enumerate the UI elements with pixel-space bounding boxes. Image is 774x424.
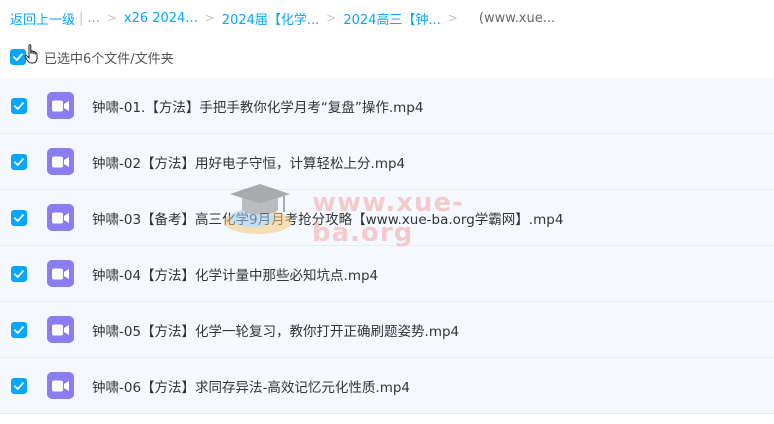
check-icon bbox=[14, 158, 24, 166]
breadcrumb-divider: | bbox=[79, 10, 84, 26]
file-row[interactable]: 钟啸-06【方法】求同存异法-高效记忆元化性质.mp4 bbox=[0, 358, 774, 414]
file-name[interactable]: 钟啸-04【方法】化学计量中那些必知坑点.mp4 bbox=[92, 264, 378, 284]
breadcrumb-item[interactable]: 2024高三【钟... bbox=[343, 9, 440, 28]
file-name[interactable]: 钟啸-05【方法】化学一轮复习，教你打开正确刷题姿势.mp4 bbox=[92, 320, 459, 340]
row-checkbox[interactable] bbox=[11, 378, 27, 394]
file-row[interactable]: 钟啸-04【方法】化学计量中那些必知坑点.mp4 bbox=[0, 246, 774, 302]
row-checkbox[interactable] bbox=[11, 154, 27, 170]
breadcrumb-ellipsis[interactable]: ... bbox=[87, 11, 99, 26]
file-row[interactable]: 钟啸-05【方法】化学一轮复习，教你打开正确刷题姿势.mp4 bbox=[0, 302, 774, 358]
file-name[interactable]: 钟啸-02【方法】用好电子守恒，计算轻松上分.mp4 bbox=[92, 152, 405, 172]
hand-cursor-icon bbox=[24, 44, 38, 64]
chevron-right-icon: > bbox=[326, 11, 337, 25]
check-icon bbox=[14, 270, 24, 278]
video-icon bbox=[47, 316, 74, 343]
selection-bar: 已选中6个文件/文件夹 bbox=[10, 44, 174, 68]
check-icon bbox=[14, 326, 24, 334]
video-icon bbox=[47, 260, 74, 287]
video-icon bbox=[47, 92, 74, 119]
check-icon bbox=[14, 382, 24, 390]
video-icon bbox=[47, 372, 74, 399]
video-icon bbox=[47, 204, 74, 231]
file-row[interactable]: 钟啸-02【方法】用好电子守恒，计算轻松上分.mp4 bbox=[0, 134, 774, 190]
row-checkbox[interactable] bbox=[11, 322, 27, 338]
back-link[interactable]: 返回上一级 bbox=[10, 9, 75, 28]
video-icon bbox=[47, 148, 74, 175]
file-name[interactable]: 钟啸-06【方法】求同存异法-高效记忆元化性质.mp4 bbox=[92, 376, 410, 396]
file-name[interactable]: 钟啸-03【备考】高三化学9月月考抢分攻略【www.xue-ba.org学霸网】… bbox=[92, 208, 563, 228]
chevron-right-icon: > bbox=[106, 11, 117, 25]
check-icon bbox=[14, 214, 24, 222]
breadcrumb-item[interactable]: 2024届【化学... bbox=[222, 9, 319, 28]
file-list: 钟啸-01.【方法】手把手教你化学月考“复盘”操作.mp4 钟啸-02【方法】用… bbox=[0, 78, 774, 414]
chevron-right-icon: > bbox=[447, 11, 458, 25]
file-name[interactable]: 钟啸-01.【方法】手把手教你化学月考“复盘”操作.mp4 bbox=[92, 96, 423, 116]
selection-count-label: 已选中6个文件/文件夹 bbox=[44, 51, 174, 67]
file-row[interactable]: 钟啸-01.【方法】手把手教你化学月考“复盘”操作.mp4 bbox=[0, 78, 774, 134]
check-icon bbox=[14, 102, 24, 110]
chevron-right-icon: > bbox=[204, 11, 215, 25]
check-icon bbox=[13, 53, 23, 61]
file-row[interactable]: 钟啸-03【备考】高三化学9月月考抢分攻略【www.xue-ba.org学霸网】… bbox=[0, 190, 774, 246]
breadcrumb-item[interactable]: x26 2024... bbox=[124, 11, 198, 26]
row-checkbox[interactable] bbox=[11, 266, 27, 282]
breadcrumb: 返回上一级 | ... > x26 2024... > 2024届【化学... … bbox=[10, 8, 555, 28]
breadcrumb-current: (www.xue... bbox=[478, 10, 556, 26]
row-checkbox[interactable] bbox=[11, 210, 27, 226]
row-checkbox[interactable] bbox=[11, 98, 27, 114]
